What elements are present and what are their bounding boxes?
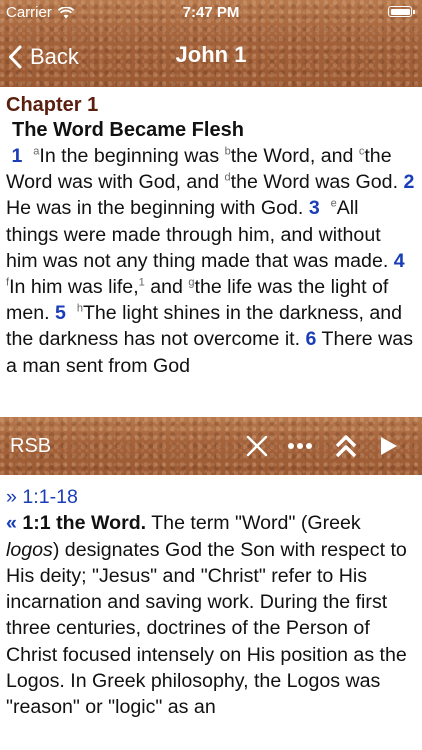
- verse-number[interactable]: 4: [394, 250, 405, 272]
- collapse-up-button[interactable]: [329, 430, 363, 462]
- entry-title: 1:1 the Word.: [22, 512, 147, 535]
- verse-1[interactable]: 1 aIn the beginning was bthe Word, and c…: [6, 145, 398, 193]
- page-title: John 1: [175, 42, 247, 67]
- verse-number[interactable]: 3: [309, 197, 320, 219]
- play-icon: [381, 437, 397, 455]
- range-marker: »: [6, 486, 17, 508]
- commentary-source-label[interactable]: RSB: [10, 435, 51, 458]
- top-bar: Carrier 7:47 PM Back John 1: [0, 0, 422, 87]
- verse-text: In him was life,: [9, 276, 139, 299]
- collapse-up-icon: [335, 435, 357, 458]
- entry-term: logos: [6, 538, 53, 561]
- status-time: 7:47 PM: [182, 4, 240, 21]
- scripture-pane[interactable]: Chapter 1 The Word Became Flesh 1 aIn th…: [0, 87, 422, 417]
- verse-text: In the beginning was: [39, 145, 225, 167]
- navigation-bar: Back John 1: [0, 26, 422, 87]
- battery-icon: [388, 6, 415, 17]
- commentary-toolbar: RSB: [0, 417, 422, 475]
- more-icon: [288, 443, 312, 449]
- verse-number[interactable]: 1: [11, 145, 22, 167]
- close-icon: [246, 435, 268, 457]
- verse-number[interactable]: 6: [306, 328, 317, 350]
- verse-text: He was in the beginning with God.: [6, 197, 304, 220]
- section-heading: The Word Became Flesh: [12, 119, 244, 141]
- back-reference-marker[interactable]: «: [6, 512, 17, 534]
- range-reference[interactable]: 1:1-18: [22, 486, 78, 508]
- commentary-entry: « 1:1 the Word. The term "Word" (Greek l…: [6, 510, 416, 720]
- chapter-title: Chapter 1: [6, 94, 99, 116]
- more-button[interactable]: [283, 430, 317, 462]
- scripture-text: 1 aIn the beginning was bthe Word, and c…: [6, 143, 416, 379]
- verse-text: the Word, and: [230, 145, 359, 167]
- commentary-pane[interactable]: » 1:1-18 « 1:1 the Word. The term "Word"…: [0, 475, 422, 750]
- entry-text: ) designates God the Son with respect to…: [6, 538, 407, 719]
- verse-text: and: [144, 276, 189, 299]
- close-button[interactable]: [240, 430, 274, 462]
- verse-text: the Word was God.: [230, 171, 399, 194]
- entry-text: The term "Word" (Greek: [146, 512, 361, 535]
- status-bar: Carrier 7:47 PM: [0, 0, 422, 26]
- commentary-range-link[interactable]: » 1:1-18: [6, 484, 416, 510]
- verse-number[interactable]: 5: [55, 302, 66, 324]
- play-button[interactable]: [372, 430, 406, 462]
- verse-number[interactable]: 2: [403, 171, 414, 193]
